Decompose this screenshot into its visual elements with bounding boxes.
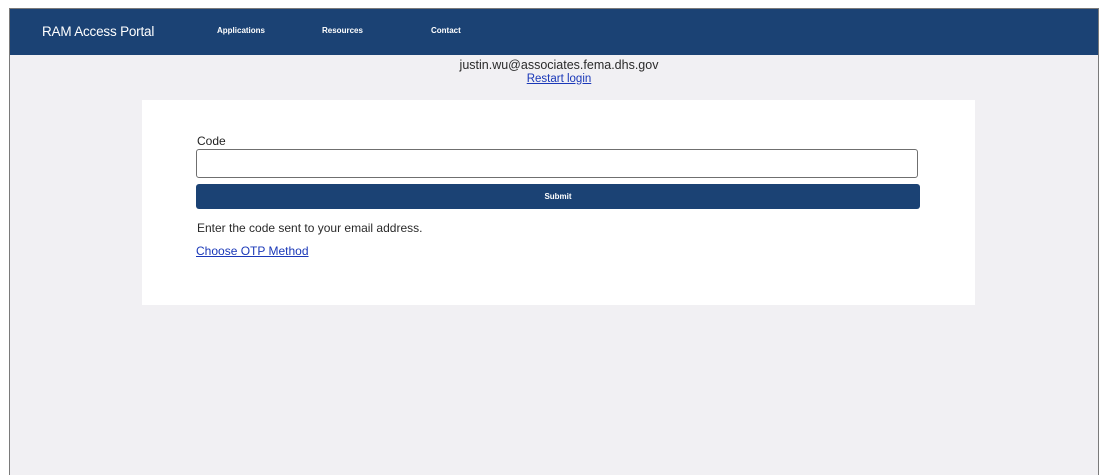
nav-link-applications[interactable]: Applications [217,26,265,35]
browser-viewport: RAM Access Portal Applications Resources… [9,8,1099,475]
restart-login-link[interactable]: Restart login [527,73,592,85]
nav-link-resources[interactable]: Resources [322,26,363,35]
otp-form-card: Code Submit Enter the code sent to your … [142,100,975,305]
submit-button[interactable]: Submit [196,184,920,209]
nav-link-contact[interactable]: Contact [431,26,461,35]
user-email: justin.wu@associates.fema.dhs.gov [459,58,659,72]
code-hint-text: Enter the code sent to your email addres… [197,221,423,235]
restart-login-row: Restart login [10,73,1098,85]
code-label: Code [197,134,226,148]
top-navbar: RAM Access Portal Applications Resources… [10,9,1098,55]
code-input[interactable] [196,149,918,178]
choose-otp-method-link[interactable]: Choose OTP Method [196,244,309,258]
brand-title[interactable]: RAM Access Portal [42,24,154,39]
